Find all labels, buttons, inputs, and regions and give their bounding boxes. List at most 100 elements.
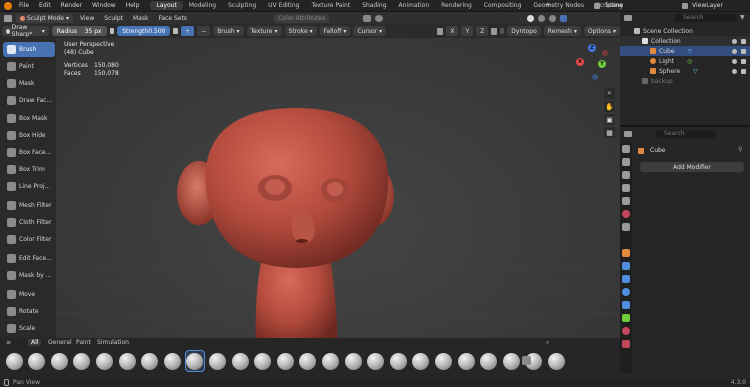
tab-modeling[interactable]: Modeling	[183, 1, 222, 10]
blender-logo-icon[interactable]	[4, 2, 12, 10]
tool-paint[interactable]: Paint	[3, 59, 55, 74]
ortho-grid-icon[interactable]: ▦	[604, 127, 615, 138]
navigation-gizmo[interactable]: Z X Y	[574, 44, 614, 82]
shelf-search-icon[interactable]: ⌕	[546, 339, 549, 347]
tab-sculpting[interactable]: Sculpting	[222, 1, 262, 10]
brush-thumbnail[interactable]	[184, 350, 205, 372]
brush-thumbnail[interactable]	[433, 350, 453, 372]
shading-rendered-icon[interactable]	[549, 14, 557, 22]
brush-thumbnail[interactable]	[94, 350, 114, 372]
tab-compositing[interactable]: Compositing	[478, 1, 528, 10]
collection-row[interactable]: Collection	[620, 36, 750, 46]
gizmo-neg-z[interactable]	[592, 74, 598, 80]
tool-props-icon[interactable]	[622, 145, 630, 153]
axis-z-toggle[interactable]: Z	[476, 26, 489, 36]
outliner-search[interactable]: Search	[675, 14, 737, 22]
overlay-icon[interactable]	[375, 14, 384, 22]
physics-props-icon[interactable]	[622, 288, 630, 296]
menu-face-sets[interactable]: Face Sets	[155, 15, 189, 22]
tool-edit-face-set[interactable]: Edit Face...	[3, 251, 55, 266]
brush-thumbnail[interactable]	[275, 350, 295, 372]
shelf-tab-general[interactable]: General	[48, 339, 72, 346]
tool-mask[interactable]: Mask	[3, 76, 55, 91]
outliner-item-sphere[interactable]: Sphere ▽	[620, 66, 750, 76]
tool-box-trim[interactable]: Box Trim	[3, 162, 55, 177]
properties-search[interactable]: Search	[656, 130, 716, 138]
tab-layout[interactable]: Layout	[150, 1, 183, 10]
strength-field[interactable]: Strength 0.500	[117, 26, 171, 36]
shading-solid-icon[interactable]	[527, 14, 535, 22]
options-dropdown[interactable]: Options ▾	[583, 26, 621, 36]
brush-thumbnail[interactable]	[253, 350, 273, 372]
3d-viewport[interactable]: User Perspective (48) Cube Vertices 150,…	[56, 38, 620, 349]
brush-thumbnail[interactable]	[343, 350, 363, 372]
outliner-item-cube[interactable]: Cube ▽	[620, 46, 750, 56]
axis-y-toggle[interactable]: Y	[461, 26, 474, 36]
texture-dropdown[interactable]: Texture ▾	[246, 26, 282, 36]
brush-thumbnail[interactable]	[4, 350, 24, 372]
pan-hand-icon[interactable]: ✋	[604, 101, 615, 112]
menu-mask[interactable]: Mask	[130, 15, 151, 22]
menu-help[interactable]: Help	[121, 2, 145, 9]
tool-color-filter[interactable]: Color Filter	[3, 232, 55, 247]
axis-x-toggle[interactable]: X	[446, 26, 459, 36]
brush-thumbnail[interactable]	[140, 350, 160, 372]
viewlayer-name[interactable]: ViewLayer	[692, 2, 723, 9]
shelf-tab-all[interactable]: All	[28, 339, 42, 346]
camera-render-icon[interactable]	[741, 39, 746, 44]
visibility-eye-icon[interactable]	[732, 69, 737, 74]
tool-line-project[interactable]: Line Proj...	[3, 179, 55, 194]
brush-thumbnail[interactable]	[72, 350, 92, 372]
menu-render[interactable]: Render	[56, 2, 87, 9]
brush-thumbnail[interactable]	[230, 350, 250, 372]
mode-selector[interactable]: Sculpt Mode ▾	[16, 13, 74, 23]
brush-thumbnail[interactable]	[207, 350, 227, 372]
outliner-item-light[interactable]: Light ◎	[620, 56, 750, 66]
brush-thumbnail[interactable]	[366, 350, 386, 372]
brush-thumbnail[interactable]	[49, 350, 69, 372]
outliner-editor-icon[interactable]	[624, 15, 632, 21]
visibility-icon[interactable]	[363, 14, 372, 22]
tool-rotate[interactable]: Rotate	[3, 304, 55, 319]
scene-collection-row[interactable]: Scene Collection	[620, 26, 750, 36]
gizmo-neg-x[interactable]	[602, 50, 608, 56]
symmetry-icon[interactable]	[437, 27, 444, 35]
menu-window[interactable]: Window	[87, 2, 121, 9]
texture-props-icon[interactable]	[622, 340, 630, 348]
dyntopo-checkbox[interactable]	[499, 28, 505, 34]
world-props-icon[interactable]	[622, 210, 630, 218]
brush-thumbnail[interactable]	[456, 350, 476, 372]
camera-icon[interactable]: ▣	[604, 114, 615, 125]
tool-box-mask[interactable]: Box Mask	[3, 111, 55, 126]
brush-selector[interactable]: Draw Sharp* ▾	[2, 24, 49, 38]
tool-box-hide[interactable]: Box Hide	[3, 128, 55, 143]
menu-view[interactable]: View	[77, 15, 97, 22]
filter-icon[interactable]: ▼	[740, 14, 745, 21]
add-workspace-icon[interactable]: +	[545, 1, 551, 9]
direction-add-button[interactable]: +	[181, 26, 195, 36]
properties-editor-icon[interactable]	[624, 131, 632, 137]
tab-geometry-nodes[interactable]: Geometry Nodes	[527, 1, 590, 10]
tool-mask-by-color[interactable]: Mask by ...	[3, 268, 55, 283]
tab-uv-editing[interactable]: UV Editing	[262, 1, 305, 10]
camera-render-icon[interactable]	[741, 69, 746, 74]
stroke-dropdown[interactable]: Stroke ▾	[284, 26, 317, 36]
tab-shading[interactable]: Shading	[356, 1, 392, 10]
output-props-icon[interactable]	[622, 171, 630, 179]
brush-thumbnail[interactable]	[411, 350, 431, 372]
tool-cloth-filter[interactable]: Cloth Filter	[3, 215, 55, 230]
outliner-item-backup[interactable]: backup	[620, 76, 750, 86]
view-layer-props-icon[interactable]	[622, 184, 630, 192]
editor-type-icon[interactable]	[4, 14, 12, 22]
object-props-icon[interactable]	[622, 249, 630, 257]
shelf-menu-icon[interactable]: ≡	[6, 339, 11, 346]
tab-animation[interactable]: Animation	[393, 1, 436, 10]
brush-thumbnail[interactable]	[388, 350, 408, 372]
color-attributes-dropdown[interactable]: Color Attributes	[273, 13, 330, 23]
tool-draw-face-sets[interactable]: Draw Fac...	[3, 93, 55, 108]
gizmo-z-axis[interactable]: Z	[588, 44, 596, 52]
material-props-icon[interactable]	[622, 327, 630, 335]
lock-icon[interactable]	[491, 27, 497, 35]
menu-sculpt[interactable]: Sculpt	[101, 15, 126, 22]
render-props-icon[interactable]	[622, 158, 630, 166]
